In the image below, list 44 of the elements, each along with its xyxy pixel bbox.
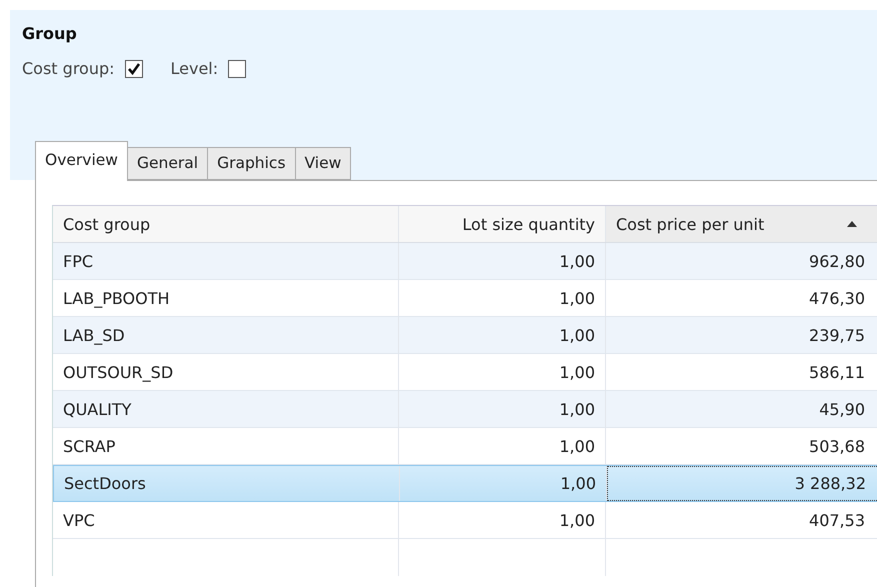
table-row[interactable]: LAB_SD 1,00 239,75: [53, 317, 877, 354]
table-cell: SCRAP: [53, 428, 399, 464]
tab[interactable]: Graphics: [208, 147, 296, 180]
column-header[interactable]: Cost price per unit: [606, 206, 877, 242]
table-cell: 239,75: [606, 317, 877, 353]
sort-arrow-icon: [847, 221, 857, 227]
table-row[interactable]: FPC 1,00 962,80: [53, 243, 877, 280]
checkbox[interactable]: [228, 60, 246, 78]
table-cell: 1,00: [399, 243, 606, 279]
table-cell: 3 288,32: [607, 466, 877, 501]
column-label: Cost group: [63, 214, 150, 234]
table-cell: 45,90: [606, 391, 877, 427]
checkbox[interactable]: [124, 60, 143, 78]
table-cell: SectDoors: [54, 466, 400, 501]
checkbox-label: Cost group:: [22, 59, 115, 78]
table-cell: 962,80: [606, 243, 877, 279]
table-cell: OUTSOUR_SD: [53, 354, 399, 390]
table-cell: 1,00: [399, 354, 606, 390]
column-header[interactable]: Cost group: [53, 206, 399, 242]
table-cell: QUALITY: [53, 391, 399, 427]
table-cell: 1,00: [399, 502, 606, 538]
table-cell: VPC: [53, 502, 399, 538]
table-cell: 1,00: [399, 280, 606, 316]
table-cell: 1,00: [399, 428, 606, 464]
table-cell: 586,11: [606, 354, 877, 390]
table-cell: 1,00: [399, 317, 606, 353]
group-title: Group: [22, 24, 78, 43]
table-row[interactable]: QUALITY 1,00 45,90: [53, 391, 877, 428]
table-cell: LAB_PBOOTH: [53, 280, 399, 316]
tab[interactable]: General: [128, 147, 208, 180]
table-row[interactable]: SectDoors 1,00 3 288,32: [53, 465, 877, 502]
column-label: Cost price per unit: [616, 214, 764, 234]
checkbox-label: Level:: [170, 59, 218, 78]
table-cell: 1,00: [399, 391, 606, 427]
table-cell: 1,00: [400, 466, 607, 501]
table-cell: 407,53: [606, 502, 877, 538]
tab[interactable]: Overview: [35, 141, 128, 181]
column-label: Lot size quantity: [462, 214, 595, 234]
table-cell: 503,68: [606, 428, 877, 464]
tab[interactable]: View: [296, 147, 352, 180]
table-cell: LAB_SD: [53, 317, 399, 353]
table-cell: FPC: [53, 243, 399, 279]
table-row[interactable]: VPC 1,00 407,53: [53, 502, 877, 539]
table-cell: 476,30: [606, 280, 877, 316]
